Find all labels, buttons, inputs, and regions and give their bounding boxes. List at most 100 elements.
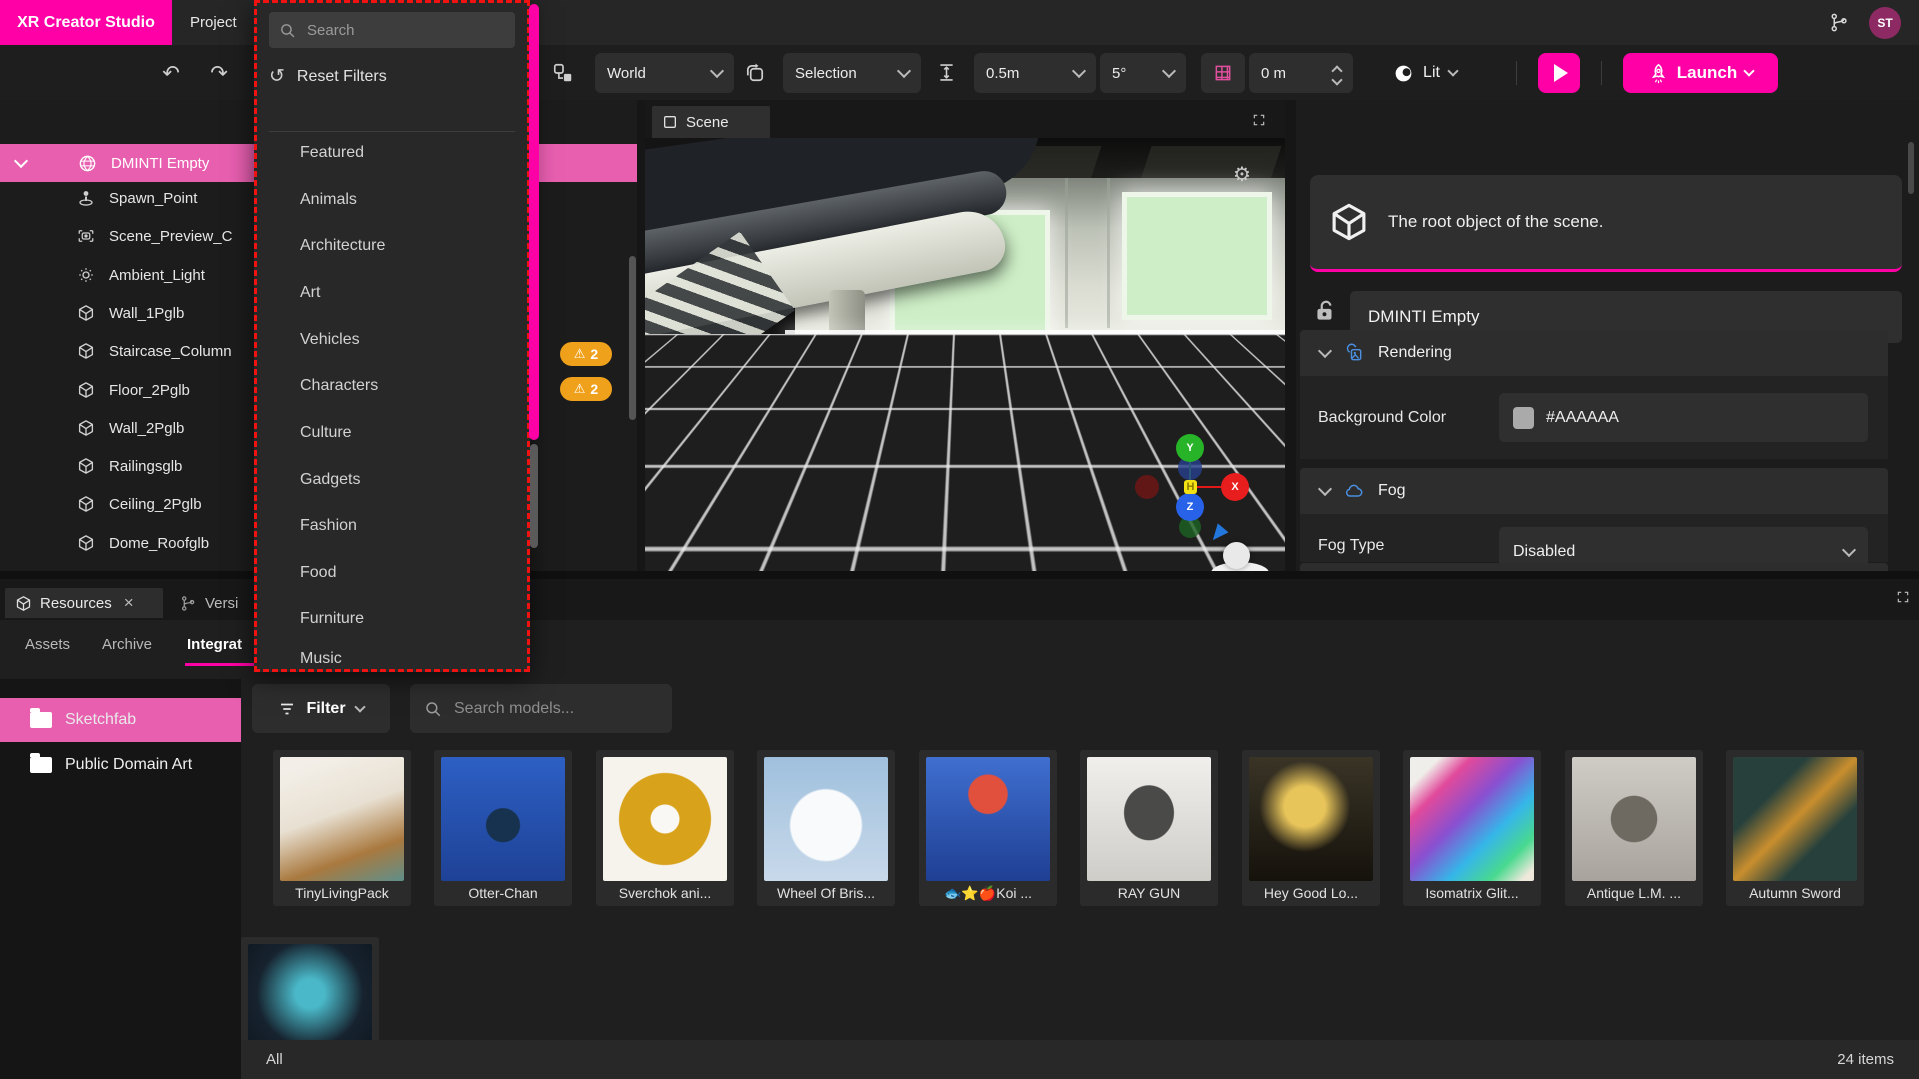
undo-icon[interactable]: ↶ (152, 53, 190, 93)
tab-resources[interactable]: Resources × (5, 588, 163, 618)
footer-all-label[interactable]: All (266, 1051, 283, 1068)
category-music[interactable]: Music (300, 650, 342, 668)
model-card[interactable]: Sverchok ani... (596, 750, 734, 906)
model-card[interactable]: Antique L.M. ... (1565, 750, 1703, 906)
model-thumbnail (1087, 757, 1211, 881)
lock-icon[interactable] (1312, 298, 1338, 324)
hierarchy-item-label: Ambient_Light (109, 267, 205, 284)
tab-scene[interactable]: Scene (652, 106, 770, 138)
model-card[interactable]: TinyLivingPack (273, 750, 411, 906)
dropdown-scrollbar-thumb[interactable] (530, 444, 538, 548)
model-card[interactable]: Wheel Of Bris... (757, 750, 895, 906)
properties-scrollbar[interactable] (1908, 142, 1914, 194)
expand-icon[interactable] (1252, 113, 1266, 127)
hierarchy-item-label: Floor_2Pglb (109, 382, 190, 399)
version-branch-icon[interactable] (1829, 12, 1850, 33)
warning-badge[interactable]: ⚠2 (560, 377, 612, 401)
folder-public-domain-art[interactable]: Public Domain Art (0, 743, 241, 787)
category-animals[interactable]: Animals (300, 191, 357, 209)
close-icon[interactable]: × (124, 593, 134, 613)
launch-button[interactable]: Launch (1623, 53, 1778, 93)
model-card[interactable]: Isomatrix Glit... (1403, 750, 1541, 906)
model-card-label: Isomatrix Glit... (1403, 881, 1541, 906)
hierarchy-item-label: Wall_2Pglb (109, 420, 184, 437)
gear-icon[interactable]: ⚙ (1233, 162, 1251, 187)
background-color-input[interactable]: #AAAAAA (1499, 393, 1868, 442)
warning-badge[interactable]: ⚠2 (560, 342, 612, 366)
dropdown-scrollbar-highlight[interactable] (529, 4, 539, 440)
avatar[interactable]: ST (1869, 7, 1901, 39)
model-card[interactable]: Otter-Chan (434, 750, 572, 906)
section-fog[interactable]: Fog (1300, 468, 1888, 514)
section-rendering[interactable]: Rendering (1300, 330, 1888, 376)
viewer-figure-head (1223, 542, 1250, 569)
menu-item-project[interactable]: Project (176, 0, 251, 45)
chevron-down-icon[interactable] (14, 154, 28, 168)
move-snap-value: 0.5m (986, 65, 1019, 82)
color-swatch[interactable] (1513, 407, 1534, 429)
hierarchy-item-label: Ceiling_2Pglb (109, 496, 202, 513)
gizmo-x-handle[interactable]: X (1221, 473, 1249, 501)
shading-select[interactable]: Lit (1385, 53, 1465, 93)
grid-toggle-button[interactable] (1201, 53, 1245, 93)
world-select[interactable]: World (595, 53, 734, 93)
subtab-archive[interactable]: Archive (102, 636, 152, 653)
rotate-pivot-icon[interactable] (744, 62, 767, 85)
category-characters[interactable]: Characters (300, 377, 378, 395)
gizmo-ghost-x[interactable] (1135, 475, 1159, 499)
category-featured[interactable]: Featured (300, 144, 364, 162)
chevron-down-icon[interactable] (1318, 344, 1332, 358)
category-gadgets[interactable]: Gadgets (300, 471, 360, 489)
dropdown-search-input[interactable] (305, 21, 489, 40)
category-architecture[interactable]: Architecture (300, 237, 385, 255)
folder-sketchfab[interactable]: Sketchfab (0, 698, 241, 742)
folder-label: Sketchfab (65, 711, 136, 729)
play-button[interactable] (1538, 53, 1580, 93)
gizmo-z-handle[interactable]: Z (1176, 493, 1204, 521)
model-card[interactable] (241, 937, 379, 1040)
selection-select[interactable]: Selection (783, 53, 921, 93)
model-search[interactable] (410, 684, 672, 733)
fog-type-row: Fog Type Disabled (1300, 514, 1888, 562)
subtab-assets[interactable]: Assets (25, 636, 70, 653)
model-search-input[interactable] (452, 699, 646, 719)
category-art[interactable]: Art (300, 284, 320, 302)
category-food[interactable]: Food (300, 564, 336, 582)
expand-icon[interactable] (1896, 590, 1910, 604)
model-thumbnail (441, 757, 565, 881)
resources-cube-icon (15, 595, 32, 612)
hierarchy-scrollbar[interactable] (629, 256, 636, 420)
category-culture[interactable]: Culture (300, 424, 352, 442)
category-furniture[interactable]: Furniture (300, 610, 364, 628)
hierarchy-item-label: Railingsglb (109, 458, 182, 475)
chevron-down-icon[interactable] (1318, 482, 1332, 496)
model-card[interactable]: RAY GUN (1080, 750, 1218, 906)
gizmo-y-handle[interactable]: Y (1176, 434, 1204, 462)
model-card[interactable]: Autumn Sword (1726, 750, 1864, 906)
chevron-down-icon (710, 64, 724, 78)
gizmo-center-handle[interactable]: H (1184, 480, 1197, 494)
world-select-value: World (607, 65, 646, 82)
dropdown-search[interactable] (269, 12, 515, 48)
warning-icon: ⚠ (574, 346, 586, 362)
model-card[interactable]: Hey Good Lo... (1242, 750, 1380, 906)
model-card[interactable]: 🐟⭐🍎Koi ... (919, 750, 1057, 906)
subtab-integrations[interactable]: Integrat (187, 636, 242, 653)
redo-icon[interactable]: ↷ (200, 53, 238, 93)
transform-space-icon[interactable] (552, 62, 574, 84)
vertical-snap-icon[interactable] (936, 62, 957, 83)
category-vehicles[interactable]: Vehicles (300, 331, 360, 349)
app-title[interactable]: XR Creator Studio (0, 0, 172, 45)
wall-seam (1107, 178, 1110, 328)
grid-height-stepper[interactable]: 0 m (1249, 53, 1353, 93)
stepper-arrows[interactable] (1333, 63, 1341, 84)
reset-filters-label: Reset Filters (297, 68, 387, 86)
category-fashion[interactable]: Fashion (300, 517, 357, 535)
move-snap-select[interactable]: 0.5m (974, 53, 1096, 93)
scene-viewport[interactable]: ⚙ Y X Z H F Focus Q E Rotate G Grab Esc … (645, 138, 1285, 571)
mesh-cube-icon (77, 457, 95, 475)
filter-button[interactable]: Filter (252, 684, 390, 733)
folder-icon (30, 757, 52, 773)
reset-filters-button[interactable]: ↺ Reset Filters (269, 65, 387, 88)
rotate-snap-select[interactable]: 5° (1100, 53, 1186, 93)
